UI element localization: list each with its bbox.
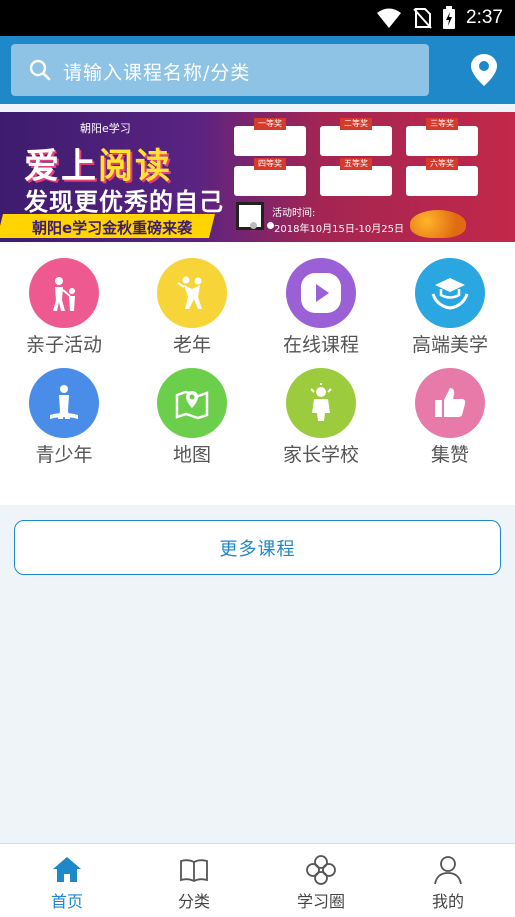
nav-profile[interactable]: 我的 <box>384 844 512 917</box>
prize-card: 五等奖 <box>320 158 392 196</box>
menu-item-label: 青少年 <box>35 444 93 466</box>
more-courses-button[interactable]: 更多课程 <box>14 520 501 575</box>
book-icon <box>180 859 208 883</box>
parent-school-icon <box>286 368 356 438</box>
nav-label: 我的 <box>431 892 464 911</box>
prize-card: 六等奖 <box>406 158 478 196</box>
battery-charging-icon <box>443 6 456 29</box>
nav-label: 分类 <box>177 892 210 911</box>
prize-card: 一等奖 <box>234 118 306 156</box>
nav-category[interactable]: 分类 <box>130 844 258 917</box>
banner-subheadline: 发现更优秀的自己 <box>24 188 224 216</box>
wifi-icon <box>377 8 402 28</box>
clock: 2:37 <box>466 7 503 28</box>
category-grid: 亲子活动 老年 在线课程 高端美学 青少年 地图 家长学校 集赞 <box>0 242 515 505</box>
menu-item-label: 地图 <box>172 444 211 466</box>
map-pin-icon <box>157 368 227 438</box>
event-date: 2018年10月15日-10月25日 <box>274 224 404 235</box>
menu-item-label: 集赞 <box>430 444 469 466</box>
location-pin-icon[interactable] <box>466 52 502 88</box>
prize-card: 二等奖 <box>320 118 392 156</box>
event-label: 活动时间: <box>272 208 316 219</box>
app-header: 请输入课程名称/分类 <box>0 36 515 104</box>
home-icon <box>53 857 81 882</box>
banner-pagination <box>250 222 274 229</box>
menu-item-aesthetics[interactable]: 高端美学 <box>386 242 514 356</box>
teen-reading-icon <box>29 368 99 438</box>
menu-item-map[interactable]: 地图 <box>128 352 256 466</box>
thumbs-up-icon <box>415 368 485 438</box>
user-icon <box>434 856 462 885</box>
divider <box>0 104 515 112</box>
banner-brand: 朝阳e学习 <box>80 122 131 135</box>
graduation-hands-icon <box>415 258 485 328</box>
search-icon <box>29 59 51 81</box>
nav-study-circle[interactable]: 学习圈 <box>257 844 385 917</box>
menu-item-label: 家长学校 <box>282 444 359 466</box>
banner-ribbon-text: 朝阳e学习金秋重磅来袭 <box>32 219 193 237</box>
pagination-dot-active[interactable] <box>267 222 274 229</box>
fruit-decoration <box>410 210 466 238</box>
search-input[interactable]: 请输入课程名称/分类 <box>63 58 250 85</box>
status-bar: 2:37 <box>0 0 515 36</box>
menu-item-parent-child[interactable]: 亲子活动 <box>0 242 128 356</box>
search-bar[interactable]: 请输入课程名称/分类 <box>11 44 429 96</box>
play-video-icon <box>286 258 356 328</box>
nav-label: 学习圈 <box>296 892 345 911</box>
nav-home[interactable]: 首页 <box>3 844 131 917</box>
menu-item-parent-school[interactable]: 家长学校 <box>257 352 385 466</box>
more-courses-label: 更多课程 <box>219 538 296 560</box>
nav-label: 首页 <box>50 892 83 911</box>
clover-icon <box>306 855 336 885</box>
parent-child-icon <box>29 258 99 328</box>
promo-banner[interactable]: 朝阳e学习 爱上阅读 发现更优秀的自己 朝阳e学习金秋重磅来袭 一等奖 二等奖 … <box>0 112 515 242</box>
menu-item-likes[interactable]: 集赞 <box>386 352 514 466</box>
prize-card: 三等奖 <box>406 118 478 156</box>
bottom-nav: 首页 分类 学习圈 我的 <box>0 843 515 917</box>
no-sim-icon <box>413 8 432 29</box>
prize-card: 四等奖 <box>234 158 306 196</box>
dancing-couple-icon <box>157 258 227 328</box>
pagination-dot[interactable] <box>250 222 257 229</box>
menu-item-teen[interactable]: 青少年 <box>0 352 128 466</box>
menu-item-elderly[interactable]: 老年 <box>128 242 256 356</box>
menu-item-online-course[interactable]: 在线课程 <box>257 242 385 356</box>
